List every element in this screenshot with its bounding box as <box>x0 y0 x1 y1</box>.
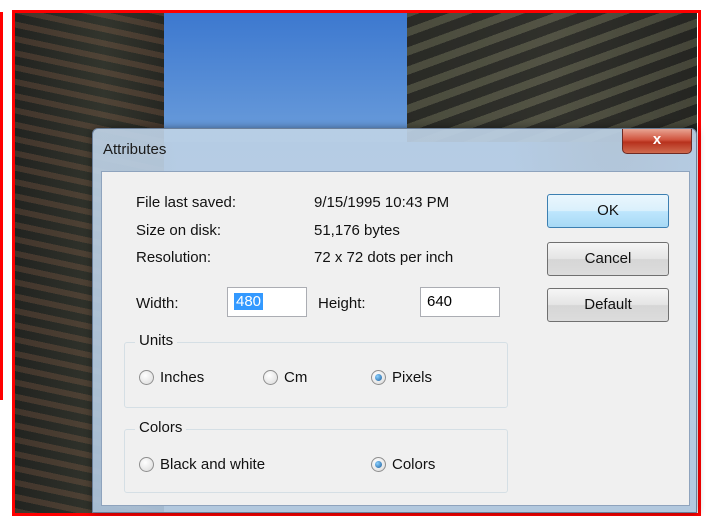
dialog-title: Attributes <box>103 141 167 158</box>
dialog-body: File last saved: 9/15/1995 10:43 PM Size… <box>101 171 690 506</box>
highlight-edge <box>0 12 3 400</box>
radio-inches-label: Inches <box>160 369 205 386</box>
file-last-saved-label: File last saved: <box>136 194 237 211</box>
radio-cm[interactable]: Cm <box>263 369 307 386</box>
size-on-disk-label: Size on disk: <box>136 222 222 239</box>
size-on-disk-value: 51,176 bytes <box>314 222 400 239</box>
height-input[interactable]: 640 <box>420 287 500 317</box>
units-group: Units Inches Cm Pixels <box>124 332 508 408</box>
radio-black-and-white-indicator <box>139 457 154 472</box>
default-button[interactable]: Default <box>547 288 669 322</box>
width-value: 480 <box>234 293 264 310</box>
radio-colors-indicator <box>371 457 386 472</box>
radio-pixels-indicator <box>371 370 386 385</box>
close-icon: x <box>652 131 662 148</box>
radio-pixels-label: Pixels <box>392 369 433 386</box>
attributes-dialog: Attributes x File last saved: 9/15/1995 … <box>92 128 697 513</box>
width-label: Width: <box>136 295 179 312</box>
units-group-title: Units <box>135 332 178 349</box>
radio-cm-indicator <box>263 370 278 385</box>
resolution-label: Resolution: <box>136 249 212 266</box>
height-value: 640 <box>427 293 453 310</box>
close-button[interactable]: x <box>622 129 692 154</box>
stone-wall-right <box>407 12 697 142</box>
file-last-saved-value: 9/15/1995 10:43 PM <box>314 194 450 211</box>
ok-button[interactable]: OK <box>547 194 669 228</box>
radio-black-and-white[interactable]: Black and white <box>139 456 265 473</box>
radio-colors-label: Colors <box>392 456 436 473</box>
sky-area <box>164 12 414 142</box>
colors-group: Colors Black and white Colors <box>124 419 508 493</box>
resolution-value: 72 x 72 dots per inch <box>314 249 454 266</box>
radio-inches-indicator <box>139 370 154 385</box>
radio-inches[interactable]: Inches <box>139 369 204 386</box>
radio-pixels[interactable]: Pixels <box>371 369 432 386</box>
cancel-button[interactable]: Cancel <box>547 242 669 276</box>
radio-black-and-white-label: Black and white <box>160 456 266 473</box>
width-input[interactable]: 480 <box>227 287 307 317</box>
colors-group-title: Colors <box>135 419 187 436</box>
height-label: Height: <box>318 295 366 312</box>
radio-cm-label: Cm <box>284 369 308 386</box>
radio-colors[interactable]: Colors <box>371 456 435 473</box>
